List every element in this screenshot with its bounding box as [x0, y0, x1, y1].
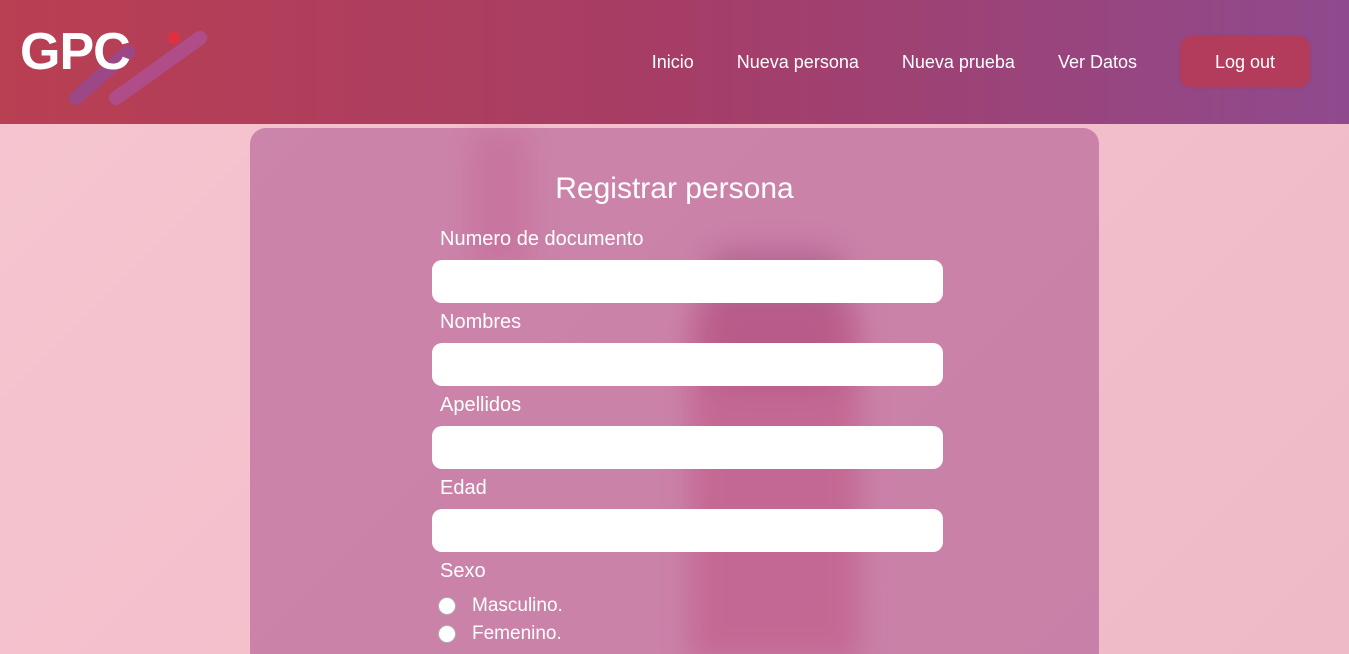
radio-female[interactable] — [438, 625, 456, 643]
radio-male-label: Masculino. — [472, 595, 563, 616]
radio-female-label: Femenino. — [472, 623, 562, 644]
form-title: Registrar persona — [555, 172, 794, 205]
age-input[interactable] — [432, 509, 943, 552]
radio-male[interactable] — [438, 597, 456, 615]
nav-inicio[interactable]: Inicio — [652, 52, 694, 73]
register-form-card: Registrar persona Numero de documento No… — [250, 128, 1099, 654]
nav-nueva-persona[interactable]: Nueva persona — [737, 52, 859, 73]
names-label: Nombres — [440, 311, 522, 333]
age-label: Edad — [440, 477, 487, 499]
brand-logo[interactable]: GPC — [20, 22, 220, 112]
nav-nueva-prueba[interactable]: Nueva prueba — [902, 52, 1015, 73]
logo-text: GPC — [20, 23, 131, 81]
sex-option-male[interactable]: Masculino. — [438, 595, 563, 617]
surnames-input[interactable] — [432, 426, 943, 469]
document-number-label: Numero de documento — [440, 228, 644, 250]
main-nav: Inicio Nueva persona Nueva prueba Ver Da… — [652, 36, 1310, 88]
nav-ver-datos[interactable]: Ver Datos — [1058, 52, 1137, 73]
names-input[interactable] — [432, 343, 943, 386]
logout-button[interactable]: Log out — [1180, 36, 1310, 88]
surnames-label: Apellidos — [440, 394, 522, 416]
top-navbar: GPC Inicio Nueva persona Nueva prueba Ve… — [0, 0, 1349, 124]
document-number-input[interactable] — [432, 260, 943, 303]
sex-label: Sexo — [440, 560, 486, 582]
sex-option-female[interactable]: Femenino. — [438, 623, 562, 645]
